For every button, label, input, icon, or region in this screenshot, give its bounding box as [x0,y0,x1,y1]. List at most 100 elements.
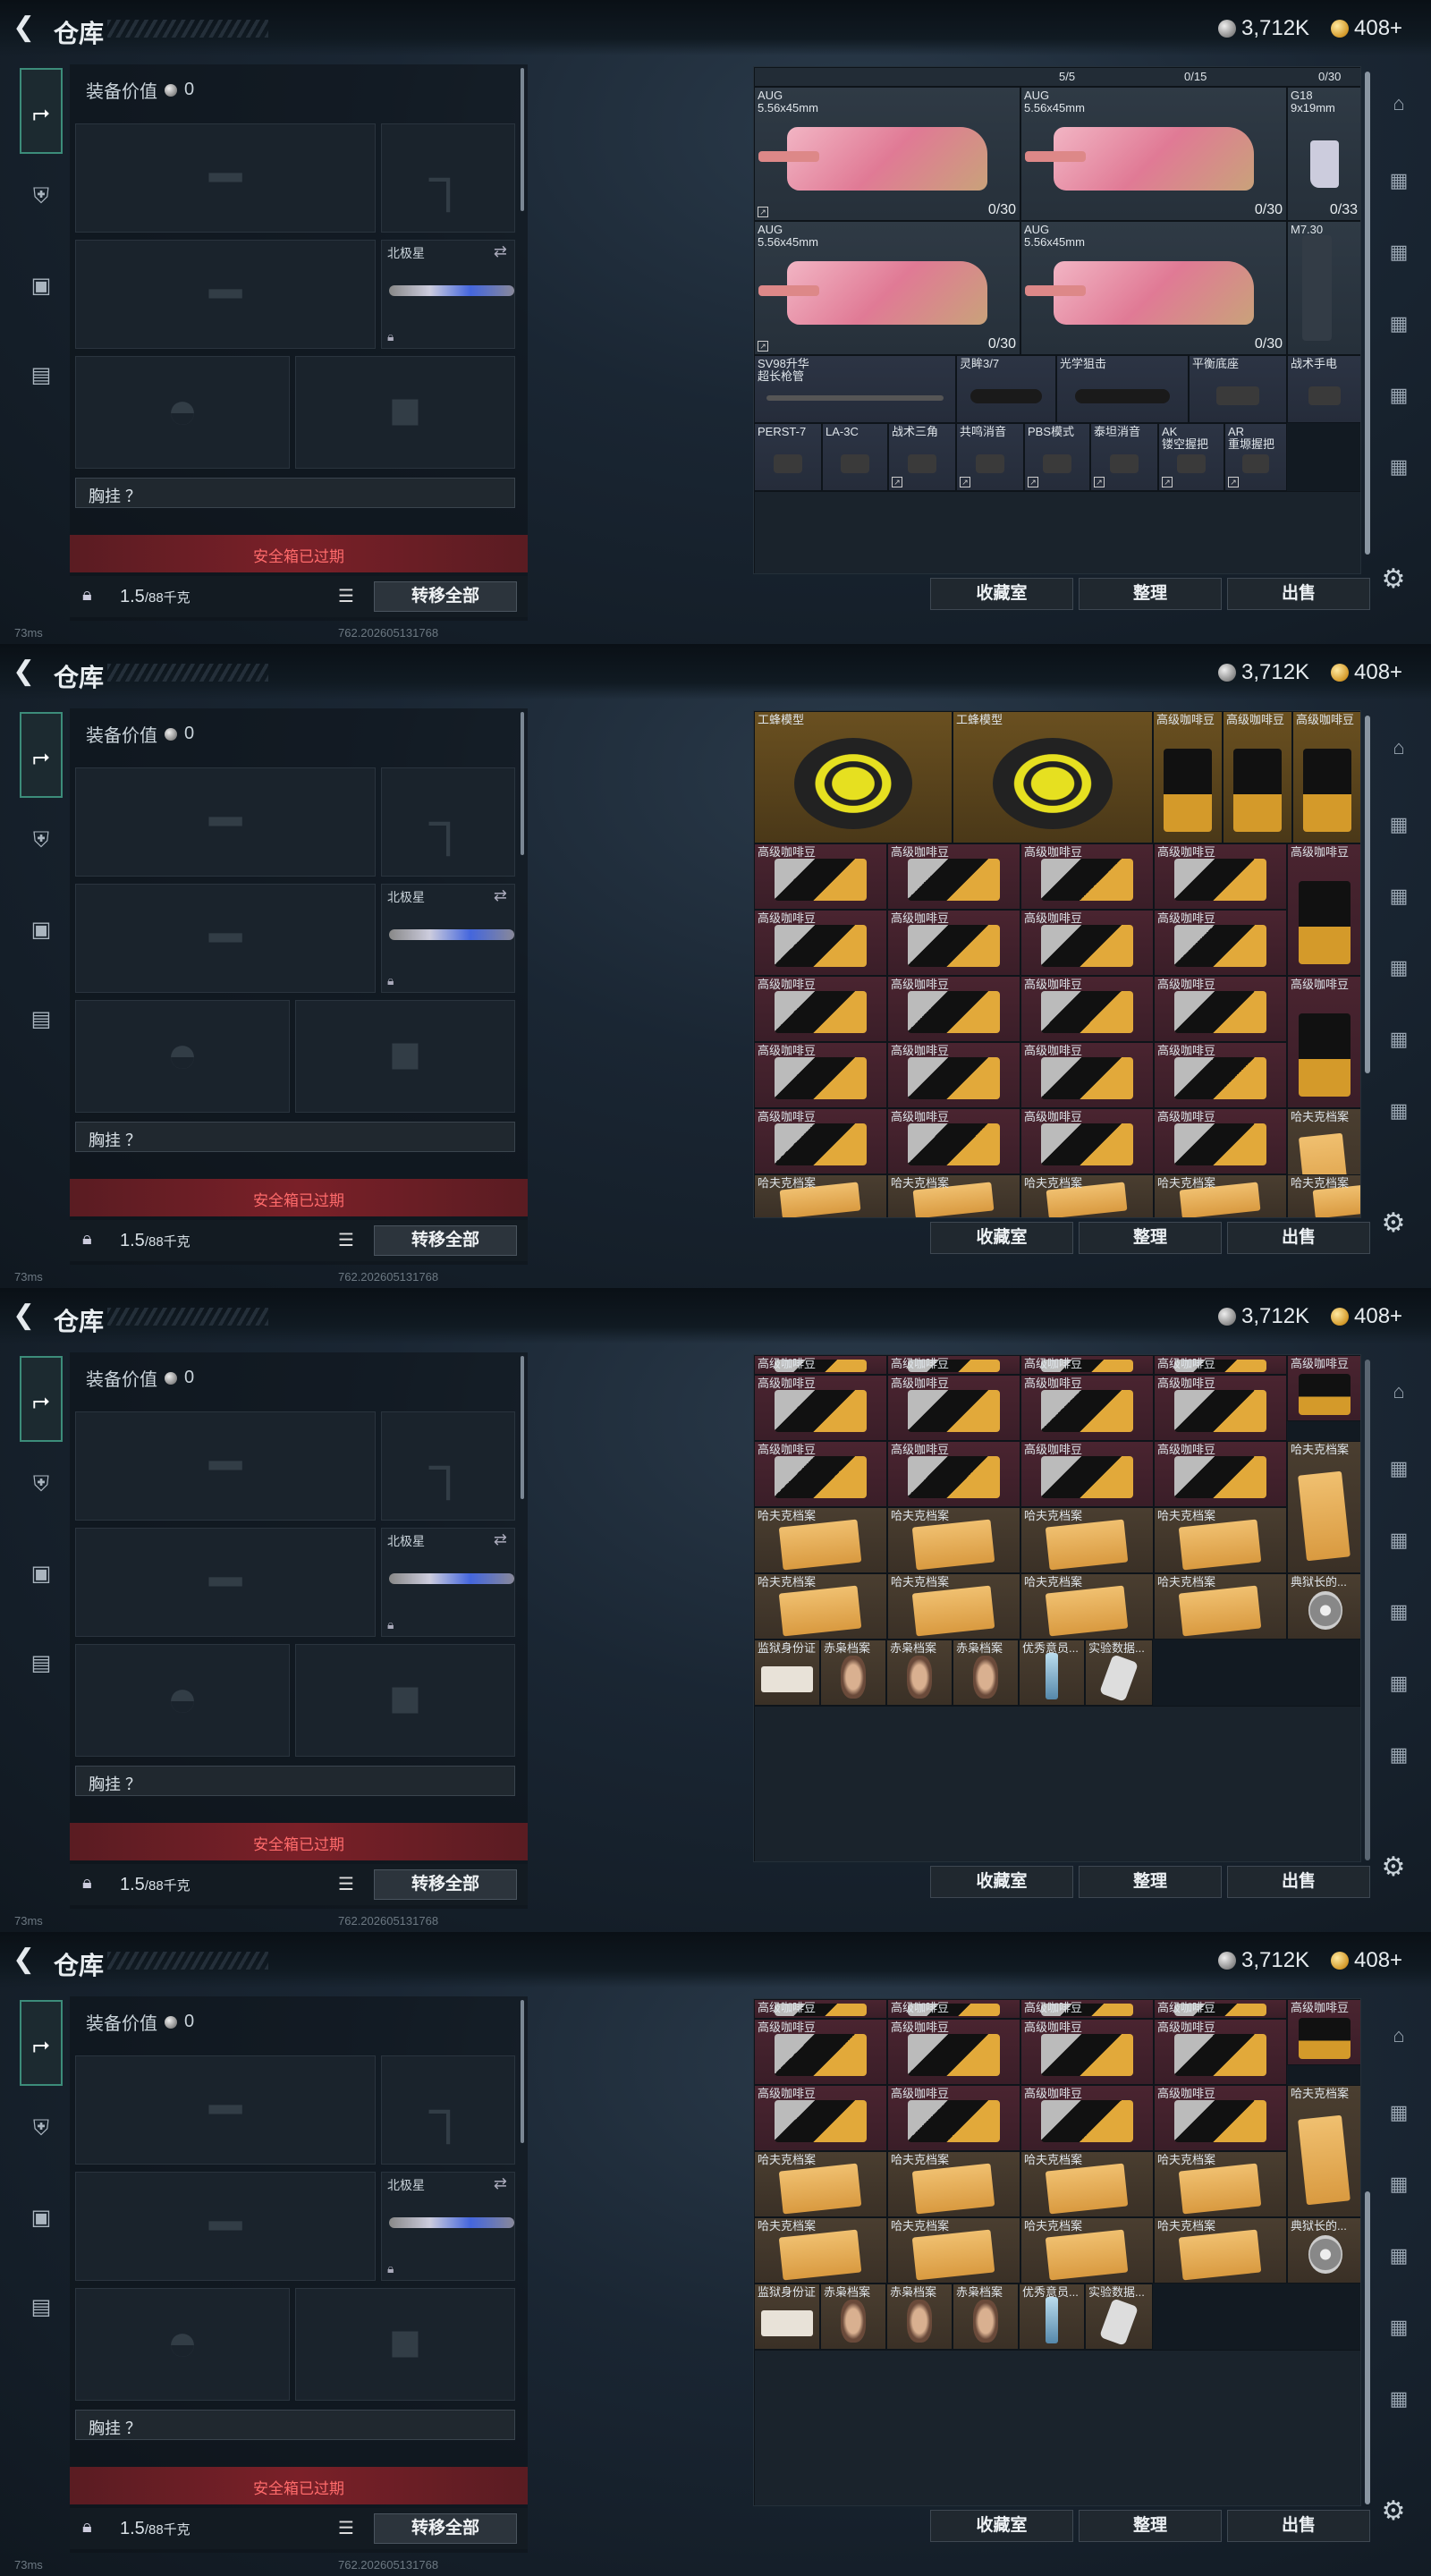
chest-rig-slot[interactable]: 胸挂 ？ [75,1766,515,1796]
safe-box-expired-bar[interactable]: 安全箱已过期 [70,535,528,572]
grid-item-aug[interactable]: AUG 5.56x45mm 0/30 [1020,221,1287,355]
back-icon[interactable]: ❮ [13,658,39,685]
tab-backpack-icon[interactable]: ▣ [20,2197,63,2240]
grid-item-coffee[interactable]: 高级咖啡豆 [754,2019,887,2085]
grid-item-coffee[interactable]: 高级咖啡豆 [1287,1355,1360,1421]
grid-item-coffee[interactable]: 高级咖啡豆 [1154,1441,1287,1507]
storage-icon[interactable]: ▦ [1381,1522,1417,1558]
primary-weapon-slot[interactable]: ━ [75,2055,376,2165]
grid-item-file[interactable]: 哈夫克档案 [887,1573,1020,1640]
tab-weapons-icon[interactable]: ⮣ [20,68,63,154]
grid-item-coffee[interactable]: 高级咖啡豆 [887,910,1020,976]
tab-armor-icon[interactable]: ⛨ [20,1463,63,1506]
grid-item-coffee[interactable]: 高级咖啡豆 [1292,711,1360,843]
grid-item-file[interactable]: 哈夫克档案 [887,1174,1020,1217]
storage-icon[interactable]: ▦ [1381,2166,1417,2202]
armor-slot[interactable]: ■ [295,1000,515,1113]
grid-item-coffee[interactable]: 高级咖啡豆 [1154,1375,1287,1441]
swap-icon[interactable]: ⇄ [494,1530,507,1549]
tab-case-icon[interactable]: ▤ [20,2286,63,2329]
secondary-weapon-slot[interactable]: ━ [75,1528,376,1637]
grid-item-empty[interactable] [754,2350,1360,2505]
back-icon[interactable]: ❮ [13,1946,39,1973]
sell-button[interactable]: 出售 [1227,578,1370,610]
grid-item-file[interactable]: 哈夫克档案 [1020,2151,1154,2217]
grid-item-file[interactable]: 哈夫克档案 [1287,1174,1360,1217]
grid-item-file[interactable]: 哈夫克档案 [754,1174,887,1217]
gold-currency[interactable]: 408+ [1331,16,1402,41]
settings-gear-icon[interactable]: ⚙ [1377,1208,1410,1240]
grid-item-coffee[interactable]: 高级咖啡豆 [887,1999,1020,2019]
grid-item-coffee[interactable]: 高级咖啡豆 [887,1441,1020,1507]
settings-gear-icon[interactable]: ⚙ [1377,564,1410,596]
transfer-all-button[interactable]: 转移全部 [374,1225,517,1256]
pistol-slot[interactable]: ┐ [381,2055,515,2165]
grid-item-data[interactable]: 实验数据... [1085,2284,1153,2350]
grid-item-file[interactable]: 哈夫克档案 [887,2217,1020,2284]
grid-scrollbar[interactable] [1365,716,1370,1073]
grid-item-file[interactable]: 哈夫克档案 [1154,1507,1287,1573]
collection-button[interactable]: 收藏室 [930,1866,1073,1898]
safe-box-expired-bar[interactable]: 安全箱已过期 [70,2467,528,2504]
grid-item-attachment[interactable]: PERST-7 [754,423,822,491]
grid-item-coffee[interactable]: 高级咖啡豆 [887,976,1020,1042]
grid-item-falcon[interactable]: 赤枭档案 [953,2284,1019,2350]
grid-item-coffee[interactable]: 高级咖啡豆 [1020,1375,1154,1441]
grid-item-coffee[interactable]: 高级咖啡豆 [887,843,1020,910]
grid-item-coffee[interactable]: 高级咖啡豆 [1020,910,1154,976]
melee-slot[interactable]: 北极星 ⇄ 🔒︎ [381,240,515,349]
grid-item-file[interactable]: 哈夫克档案 [887,1507,1020,1573]
list-icon[interactable]: ☰ [338,585,365,608]
grid-item-coffee[interactable]: 高级咖啡豆 [1154,1042,1287,1108]
list-icon[interactable]: ☰ [338,2517,365,2540]
swap-icon[interactable]: ⇄ [494,886,507,905]
collection-button[interactable]: 收藏室 [930,578,1073,610]
melee-slot[interactable]: 北极星 ⇄ 🔒︎ [381,884,515,993]
safe-icon[interactable]: ⌂ [1381,1374,1417,1410]
grid-item-coffee[interactable]: 高级咖啡豆 [887,1375,1020,1441]
storage-icon[interactable]: ▦ [1381,2238,1417,2274]
grid-item-coffee[interactable]: 高级咖啡豆 [1287,843,1360,976]
grid-item-empty[interactable] [754,1706,1360,1861]
storage-icon[interactable]: ▦ [1381,234,1417,270]
grid-item-file[interactable]: 哈夫克档案 [887,2151,1020,2217]
armor-slot[interactable]: ■ [295,2288,515,2401]
grid-item-coffee[interactable]: 高级咖啡豆 [1020,843,1154,910]
grid-item-file[interactable]: 哈夫克档案 [754,1573,887,1640]
grid-item-attachment[interactable]: AK 镂空握把 ↗ [1158,423,1224,491]
grid-item-coffee[interactable]: 高级咖啡豆 [1020,2085,1154,2151]
transfer-all-button[interactable]: 转移全部 [374,581,517,612]
sell-button[interactable]: 出售 [1227,1222,1370,1254]
grid-item-file[interactable]: 哈夫克档案 [1154,1573,1287,1640]
grid-item-coffee[interactable]: 高级咖啡豆 [1020,1355,1154,1375]
swap-icon[interactable]: ⇄ [494,242,507,261]
secondary-weapon-slot[interactable]: ━ [75,240,376,349]
grid-item-coffee[interactable]: 高级咖啡豆 [887,2019,1020,2085]
collection-button[interactable]: 收藏室 [930,2510,1073,2542]
grid-item-file[interactable]: 哈夫克档案 [1154,1174,1287,1217]
transfer-all-button[interactable]: 转移全部 [374,1869,517,1900]
tab-backpack-icon[interactable]: ▣ [20,1553,63,1596]
storage-icon[interactable]: ▦ [1381,163,1417,199]
grid-item-file[interactable]: 哈夫克档案 [1154,2217,1287,2284]
primary-weapon-slot[interactable]: ━ [75,1411,376,1521]
grid-item-coffee[interactable]: 高级咖啡豆 [1154,2085,1287,2151]
helmet-slot[interactable]: ◓ [75,356,290,469]
grid-item-attachment[interactable]: 灵眸3/7 [956,355,1056,423]
empty-grid-area[interactable] [754,491,1360,573]
grid-item-wasp[interactable]: 工蜂模型 [754,711,953,843]
grid-item-file[interactable]: 哈夫克档案 [754,1507,887,1573]
list-icon[interactable]: ☰ [338,1873,365,1896]
transfer-all-button[interactable]: 转移全部 [374,2513,517,2544]
tab-backpack-icon[interactable]: ▣ [20,265,63,308]
grid-item-aug[interactable]: AUG 5.56x45mm 0/30 [1020,87,1287,221]
organize-button[interactable]: 整理 [1079,1222,1222,1254]
safe-icon[interactable]: ⌂ [1381,730,1417,766]
list-icon[interactable]: ☰ [338,1229,365,1252]
equipment-scrollbar[interactable] [521,68,524,211]
chest-rig-slot[interactable]: 胸挂 ？ [75,1122,515,1152]
grid-item-coffee[interactable]: 高级咖啡豆 [1287,976,1360,1108]
grid-item-coffee[interactable]: 高级咖啡豆 [1223,711,1292,843]
tab-armor-icon[interactable]: ⛨ [20,819,63,862]
organize-button[interactable]: 整理 [1079,578,1222,610]
